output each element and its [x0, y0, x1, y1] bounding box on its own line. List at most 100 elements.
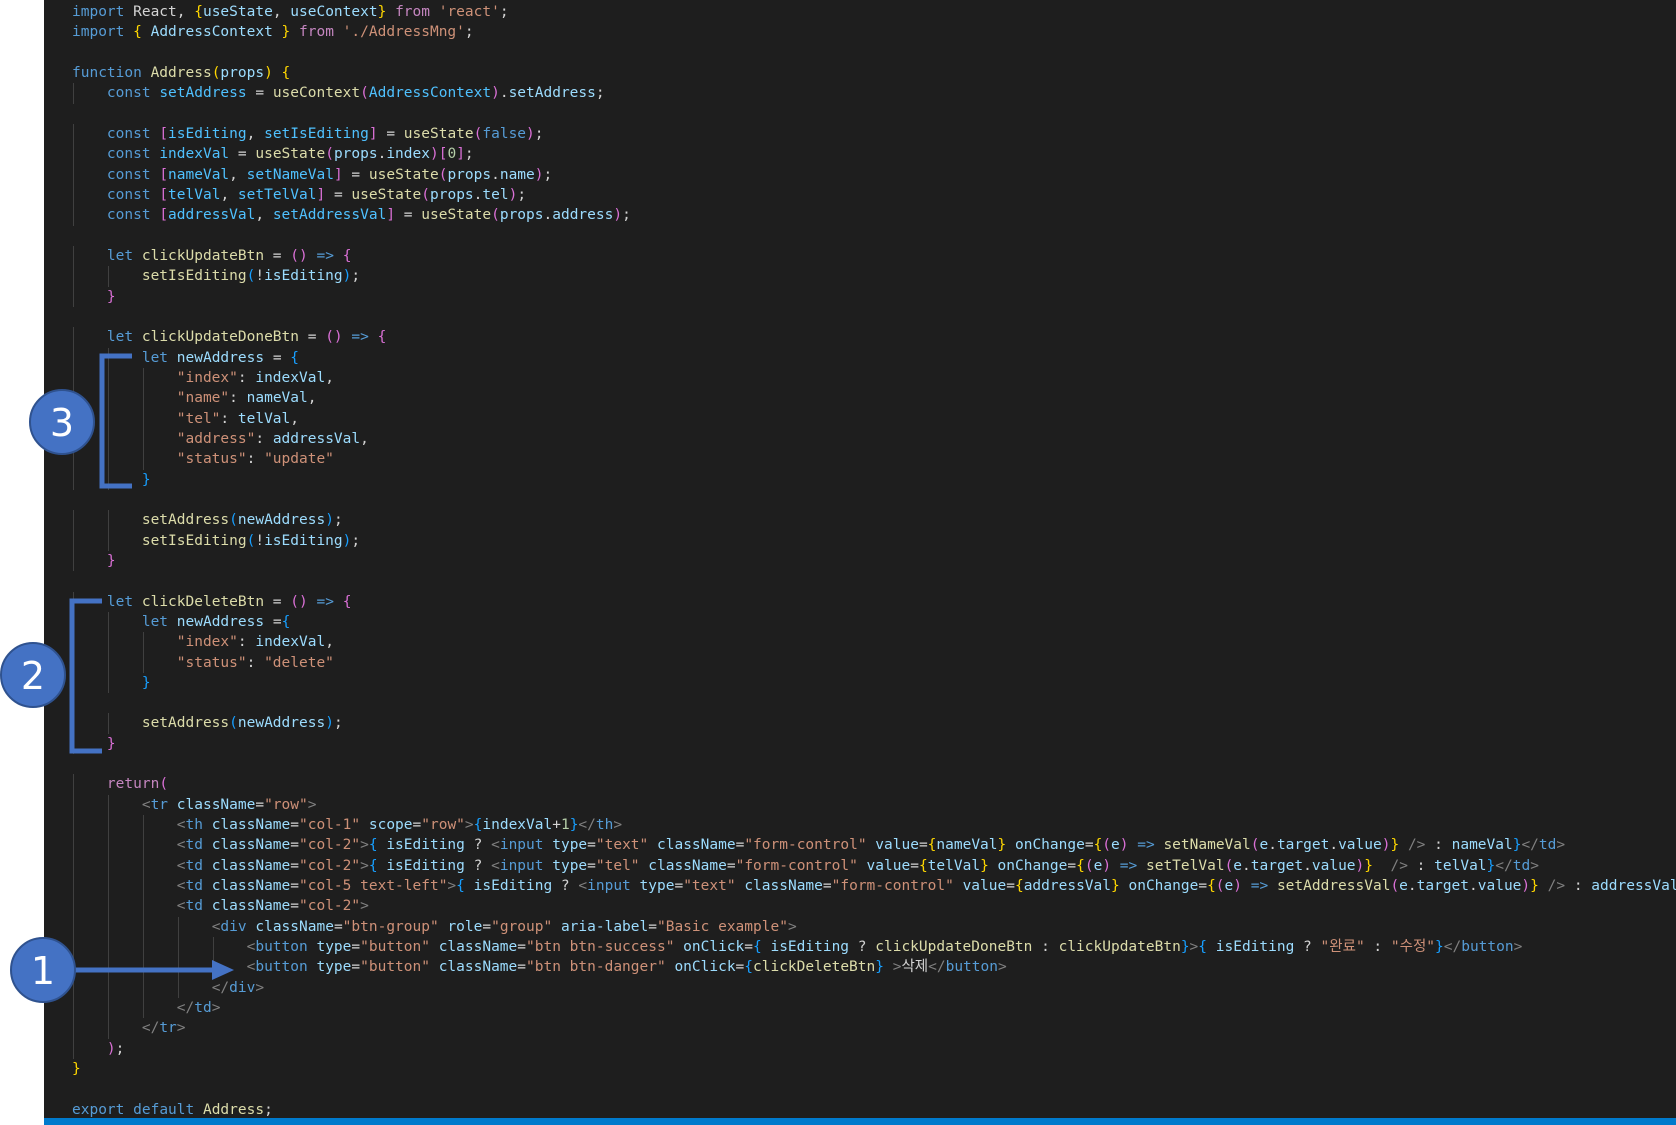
code-token: ( [1390, 878, 1400, 895]
code-token: ) [1102, 857, 1112, 874]
code-token: = [517, 939, 527, 956]
code-line: let clickUpdateDoneBtn = () => { [72, 327, 1676, 348]
code-token: setNameVal [246, 166, 334, 183]
code-token: value [1311, 857, 1356, 874]
code-token: setIsEditing [141, 268, 247, 285]
code-token: : [1407, 857, 1435, 874]
code-token: } [1530, 878, 1539, 895]
code-token: "form-control" [831, 878, 954, 895]
code-token: () [290, 247, 308, 264]
code-token: > [211, 1000, 221, 1017]
indent-guide [73, 327, 74, 348]
code-token: = [1084, 837, 1094, 854]
code-token: { [918, 857, 928, 874]
code-token: div [229, 979, 256, 996]
code-token: : [237, 634, 256, 651]
code-line: const [addressVal, setAddressVal] = useS… [72, 205, 1676, 226]
code-token: < [491, 837, 500, 854]
code-editor[interactable]: import React, {useState, useContext} fro… [44, 0, 1676, 1118]
indent-guide [142, 367, 144, 389]
code-token: . [1407, 878, 1417, 895]
code-token: indexVal [255, 634, 326, 651]
code-token: { [377, 329, 387, 346]
code-token: "status" [176, 451, 247, 468]
indent-guide [107, 835, 109, 856]
code-token: button [255, 939, 308, 956]
indent-guide [73, 713, 74, 734]
code-token: "col-2" [299, 837, 361, 854]
code-line: "index": indexVal, [72, 632, 1676, 653]
code-token: onClick [683, 939, 745, 956]
code-token: props [430, 186, 474, 203]
code-token: , [229, 166, 247, 183]
code-token: input [499, 857, 544, 874]
code-token: = [229, 146, 256, 163]
code-token: { [290, 349, 300, 366]
code-token: "btn btn-danger" [526, 959, 666, 976]
code-token: ; [464, 24, 474, 41]
code-line: } [72, 733, 1676, 755]
indent-guide [142, 449, 144, 470]
code-line: const [telVal, setTelVal] = useState(pro… [72, 184, 1676, 206]
indent-guide [107, 408, 109, 429]
code-token: = [342, 166, 369, 183]
code-token: setAddress [141, 512, 230, 529]
code-token: type [552, 837, 588, 854]
code-token: < [176, 837, 186, 854]
indent-guide [107, 510, 109, 531]
indent-guide [107, 632, 109, 653]
code-token: "col-2" [299, 857, 361, 874]
code-token: const [106, 146, 151, 163]
code-token: const [106, 85, 151, 102]
indent-guide [177, 977, 179, 999]
code-token: "row" [421, 817, 465, 834]
code-token: "btn-group" [342, 918, 439, 935]
code-token: "delete" [264, 654, 334, 671]
code-token: td [1538, 837, 1557, 854]
code-token: role [447, 918, 483, 935]
code-token: ; [622, 207, 631, 224]
code-token: . [543, 207, 553, 224]
code-line: <button type="button" className="btn btn… [72, 937, 1676, 958]
code-token: value [875, 837, 919, 854]
code-token: button [945, 959, 998, 976]
code-token: setTelVal [237, 186, 317, 203]
indent-guide [107, 998, 109, 1019]
indent-guide [73, 672, 74, 694]
code-token: . [499, 85, 509, 102]
code-token: setAddress [141, 715, 230, 732]
code-token: } [106, 552, 116, 569]
code-token: isEditing [264, 532, 343, 549]
code-token: { [281, 64, 291, 81]
code-token: target [1250, 857, 1304, 874]
code-line: <td className="col-2">{ isEditing ? <inp… [72, 855, 1676, 877]
code-token: { [368, 857, 378, 874]
code-line: <td className="col-2"> [72, 896, 1676, 917]
code-token: : [1364, 939, 1391, 956]
code-token: onClick [674, 959, 736, 976]
code-token: = [587, 857, 596, 874]
code-token: > [360, 898, 369, 915]
code-line: "status": "delete" [72, 652, 1676, 673]
code-token: = [325, 186, 352, 203]
